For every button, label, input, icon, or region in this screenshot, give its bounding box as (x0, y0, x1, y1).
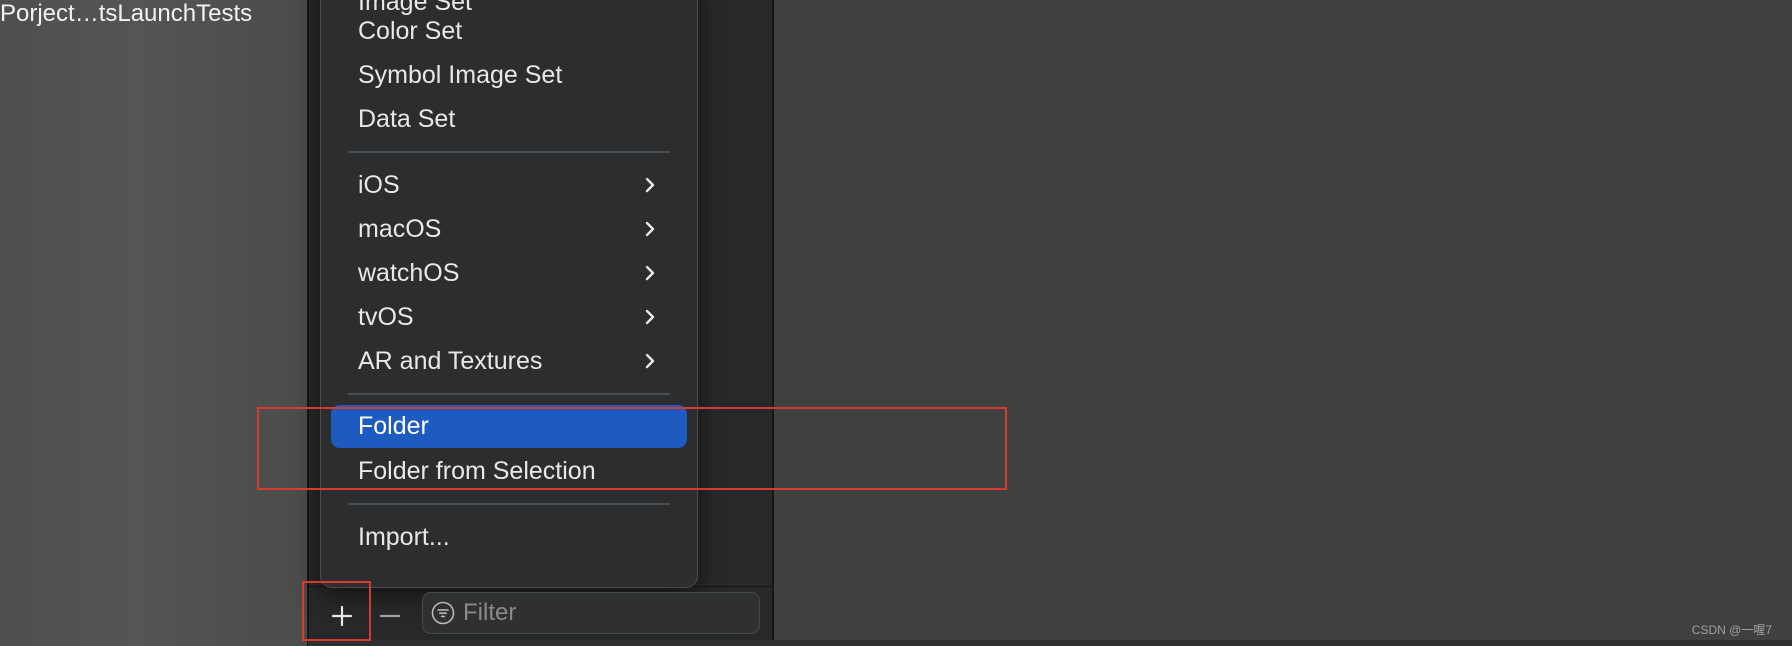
menu-item-label: Symbol Image Set (358, 61, 563, 89)
remove-asset-button[interactable] (372, 596, 408, 636)
menu-item-import[interactable]: Import... (331, 516, 687, 559)
menu-item-macos[interactable]: macOS (331, 208, 687, 251)
minus-icon (379, 614, 401, 618)
menu-item-label: Import... (358, 523, 450, 551)
menu-separator (348, 151, 670, 153)
menu-separator (348, 503, 670, 505)
menu-item-label: Folder from Selection (358, 457, 596, 485)
menu-item-symbol-image-set[interactable]: Symbol Image Set (331, 54, 687, 97)
menu-item-label: Data Set (358, 105, 456, 133)
bottom-edge (308, 640, 1792, 646)
menu-item-data-set[interactable]: Data Set (331, 98, 687, 141)
menu-item-label: macOS (358, 215, 442, 243)
filter-icon (431, 601, 455, 625)
asset-editor-area (774, 0, 1792, 646)
filter-input[interactable] (463, 593, 753, 633)
add-asset-button[interactable] (322, 596, 362, 636)
menu-item-folder[interactable]: Folder (331, 405, 687, 448)
chevron-right-icon (645, 265, 655, 281)
menu-item-label: iOS (358, 171, 400, 199)
menu-item-watchos[interactable]: watchOS (331, 252, 687, 295)
menu-item-folder-from-selection[interactable]: Folder from Selection (331, 450, 687, 493)
menu-item-label: watchOS (358, 259, 460, 287)
watermark: CSDN @一喔7 (1691, 623, 1772, 637)
menu-item-label: Color Set (358, 17, 463, 45)
menu-item-label: Folder (358, 412, 429, 440)
menu-item-tvos[interactable]: tvOS (331, 296, 687, 339)
chevron-right-icon (645, 177, 655, 193)
chevron-right-icon (645, 309, 655, 325)
menu-item-color-set[interactable]: Color Set (331, 10, 687, 53)
target-name-label[interactable]: Porject…tsLaunchTests (0, 0, 252, 28)
pane-divider-left (307, 0, 309, 646)
chevron-right-icon (645, 221, 655, 237)
chevron-right-icon (645, 353, 655, 369)
plus-icon (331, 605, 353, 627)
filter-field[interactable] (422, 592, 760, 634)
menu-item-ios[interactable]: iOS (331, 164, 687, 207)
menu-separator (348, 393, 670, 395)
project-navigator-pane: Porject…tsLaunchTests (0, 0, 308, 646)
menu-item-ar-and-textures[interactable]: AR and Textures (331, 340, 687, 383)
menu-item-label: tvOS (358, 303, 414, 331)
add-asset-menu: Image Set Color Set Symbol Image Set Dat… (320, 0, 698, 588)
menu-item-label: AR and Textures (358, 347, 543, 375)
